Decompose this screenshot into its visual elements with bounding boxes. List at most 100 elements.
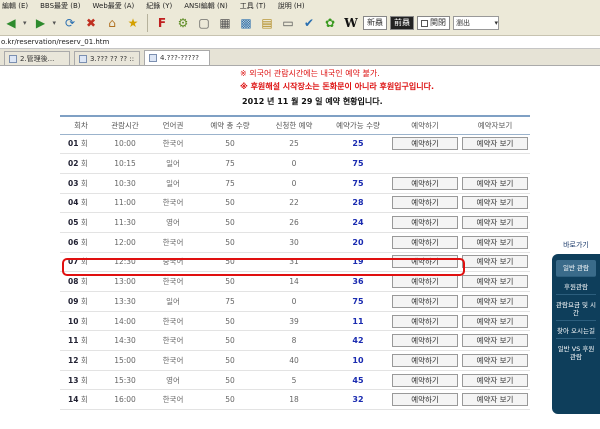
menu-bbs-favorites[interactable]: BBS最愛 (B)	[40, 1, 80, 11]
page-content: ※ 외국어 관람시간에는 내국인 예약 불가. ※ 후원해설 시작장소는 돈화문…	[0, 66, 600, 429]
image-icon[interactable]: ▩	[237, 14, 255, 32]
toolbar: ◀ ▾ ▶ ▾ ⟳ ✖ ⌂ ★ F ⚙ ▢ ▦ ▩ ▤ ▭ ✔ ✿ W 新贔 前…	[0, 11, 600, 36]
back-icon[interactable]: ◀	[2, 14, 20, 32]
window-icon[interactable]: ▢	[195, 14, 213, 32]
output-select[interactable]: 瀏出 ▾	[453, 16, 500, 30]
quick-menu-panel: 일반 관람 후원관람 관람요금 및 시간 찾아 오시는길 일반 VS 후원 관람	[552, 254, 600, 414]
reserve-button[interactable]: 예약하기	[392, 373, 458, 387]
reserve-button[interactable]: 예약하기	[392, 196, 458, 210]
language-cell: 한국어	[148, 330, 198, 352]
tab-admin[interactable]: 2.管理後...	[4, 51, 70, 65]
col-booked: 신청한 예약	[262, 115, 326, 135]
session-cell: 09 회	[60, 291, 102, 312]
refresh-icon[interactable]: ⟳	[61, 14, 79, 32]
quick-item-compare[interactable]: 일반 VS 후원 관람	[556, 345, 596, 364]
reserve-cell: 예약하기	[390, 350, 460, 371]
view-reservers-button[interactable]: 예약자 보기	[462, 196, 528, 210]
output-select-value: 瀏出	[456, 19, 471, 27]
view-reservers-button[interactable]: 예약자 보기	[462, 294, 528, 308]
view-cell: 예약자 보기	[460, 134, 530, 155]
menu-web-favorites[interactable]: Web最愛 (A)	[93, 1, 135, 11]
quick-item-directions[interactable]: 찾아 오시는길	[556, 327, 596, 339]
tab-4-active[interactable]: 4.???-?????	[144, 50, 210, 65]
view-reservers-button[interactable]: 예약자 보기	[462, 176, 528, 190]
booked-cell: 25	[262, 134, 326, 155]
session-unit: 회	[80, 395, 88, 405]
grid-icon[interactable]: ▦	[216, 14, 234, 32]
language-cell: 한국어	[148, 193, 198, 214]
flower-icon[interactable]: ✿	[321, 14, 339, 32]
reserve-button[interactable]: 예약하기	[392, 176, 458, 190]
booked-cell: 0	[262, 153, 326, 174]
checkbox-icon[interactable]	[421, 19, 429, 27]
session-number: 06	[68, 237, 79, 247]
quick-item-general[interactable]: 일반 관람	[556, 260, 596, 277]
tab-label: 3.??? ?? ?? ::	[90, 54, 135, 63]
stop-icon[interactable]: ✖	[82, 14, 100, 32]
session-number: 02	[68, 159, 79, 169]
view-reservers-button[interactable]: 예약자 보기	[462, 353, 528, 367]
new-button[interactable]: 新贔	[363, 16, 388, 30]
booked-cell: 40	[262, 350, 326, 371]
font-icon[interactable]: F	[153, 14, 171, 32]
prev-button[interactable]: 前贔	[390, 16, 415, 30]
forward-icon[interactable]: ▶	[32, 14, 50, 32]
star-icon[interactable]: ★	[124, 14, 142, 32]
view-reservers-button[interactable]: 예약자 보기	[462, 373, 528, 387]
forward-dropdown-icon[interactable]: ▾	[53, 19, 57, 27]
reserve-button[interactable]: 예약하기	[392, 314, 458, 328]
view-reservers-button[interactable]: 예약자 보기	[462, 314, 528, 328]
time-cell: 11:30	[102, 212, 148, 233]
total-cell: 50	[198, 193, 262, 214]
reserve-button[interactable]: 예약하기	[392, 353, 458, 367]
quick-item-secret-garden[interactable]: 후원관람	[556, 283, 596, 295]
back-dropdown-icon[interactable]: ▾	[23, 19, 27, 27]
reserve-button[interactable]: 예약하기	[392, 216, 458, 230]
session-unit: 회	[80, 277, 88, 287]
table-row: 04 회 11:00 한국어 50 22 28 예약하기 예약자 보기	[60, 193, 530, 214]
reserve-cell: 예약하기	[390, 173, 460, 194]
menu-ansi-edit[interactable]: ANSI編輯 (N)	[184, 1, 227, 11]
view-cell: 예약자 보기	[460, 291, 530, 312]
table-row: 12 회 15:00 한국어 50 40 10 예약하기 예약자 보기	[60, 350, 530, 371]
session-unit: 회	[80, 336, 88, 346]
time-cell: 16:00	[102, 389, 148, 411]
language-cell: 한국어	[148, 311, 198, 332]
reserve-button[interactable]: 예약하기	[392, 393, 458, 407]
reserve-button[interactable]: 예약하기	[392, 275, 458, 289]
view-reservers-button[interactable]: 예약자 보기	[462, 235, 528, 249]
quick-item-fees-hours[interactable]: 관람요금 및 시간	[556, 301, 596, 321]
folder-icon[interactable]: ▤	[258, 14, 276, 32]
booked-cell: 39	[262, 311, 326, 332]
menu-history[interactable]: 紀錄 (Y)	[146, 1, 172, 11]
tab-3[interactable]: 3.??? ?? ?? ::	[74, 51, 140, 65]
view-reservers-button[interactable]: 예약자 보기	[462, 216, 528, 230]
reserve-button[interactable]: 예약하기	[392, 334, 458, 348]
menu-edit[interactable]: 編輯 (E)	[2, 1, 28, 11]
session-unit: 회	[80, 159, 88, 169]
view-reservers-button[interactable]: 예약자 보기	[462, 393, 528, 407]
address-bar[interactable]: o.kr/reservation/reserv_01.htm	[0, 36, 600, 49]
menu-tools[interactable]: 工具 (T)	[240, 1, 266, 11]
wikipedia-icon[interactable]: W	[342, 14, 360, 32]
reserve-button[interactable]: 예약하기	[392, 137, 458, 151]
view-reservers-button[interactable]: 예약자 보기	[462, 255, 528, 269]
view-reservers-button[interactable]: 예약자 보기	[462, 137, 528, 151]
view-reservers-button[interactable]: 예약자 보기	[462, 275, 528, 289]
tag-icon[interactable]: ▭	[279, 14, 297, 32]
session-unit: 회	[80, 316, 88, 326]
reserve-button[interactable]: 예약하기	[392, 235, 458, 249]
view-cell: 예약자 보기	[460, 311, 530, 332]
session-unit: 회	[80, 296, 88, 306]
time-cell: 12:00	[102, 232, 148, 253]
view-reservers-button[interactable]: 예약자 보기	[462, 334, 528, 348]
reserve-button[interactable]: 예약하기	[392, 294, 458, 308]
home-icon[interactable]: ⌂	[103, 14, 121, 32]
menu-help[interactable]: 說明 (H)	[278, 1, 305, 11]
check-icon[interactable]: ✔	[300, 14, 318, 32]
settings-icon[interactable]: ⚙	[174, 14, 192, 32]
close-toggle[interactable]: 関閉	[417, 16, 451, 30]
quick-menu: 바로가기 일반 관람 후원관람 관람요금 및 시간 찾아 오시는길 일반 VS …	[552, 236, 600, 414]
table-row: 05 회 11:30 영어 50 26 24 예약하기 예약자 보기	[60, 212, 530, 233]
reserve-cell: 예약하기	[390, 330, 460, 352]
